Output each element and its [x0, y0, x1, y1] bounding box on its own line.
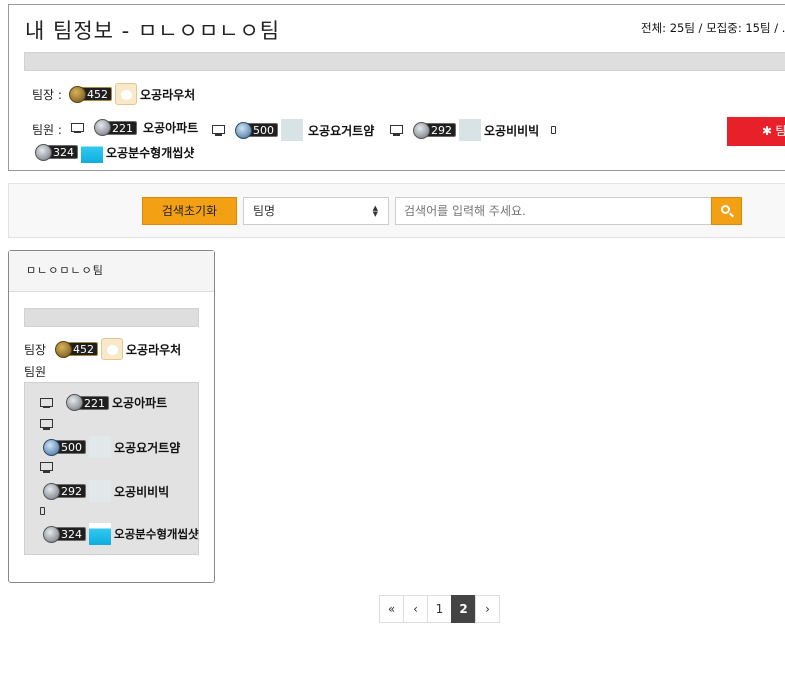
member-name: 오공비비빅 — [484, 123, 540, 138]
rank-emblem-icon — [35, 143, 52, 161]
gear-icon: ✱ — [762, 124, 773, 138]
team-description-bar — [24, 52, 785, 71]
card-members-label: 팀원 — [24, 365, 47, 379]
member-item[interactable]: 500 오공요거트얌 — [43, 436, 180, 458]
my-team-panel: 내 팀정보 - ㅁㄴㅇㅁㄴㅇ팀 전체: 25팀 / 모집중: 15팀 / . 팀… — [8, 4, 785, 171]
team-action-button[interactable]: ✱ 팀 — [727, 117, 785, 146]
monitor-icon — [71, 122, 84, 133]
search-input[interactable] — [395, 197, 712, 225]
monitor-icon — [390, 125, 403, 136]
avatar — [281, 119, 303, 141]
avatar — [101, 338, 123, 360]
member-name: 오공요거트얌 — [308, 123, 375, 138]
member-item[interactable]: 324 오공분수형개씹샷 — [43, 523, 199, 545]
card-members-list: 221 오공아파트 500 오공요거트얌 292 오공비비빅 324 오공분수형… — [24, 382, 199, 555]
rank-emblem-icon — [43, 525, 60, 543]
member-name: 오공아파트 — [112, 396, 168, 410]
member-name: 오공분수형개씹샷 — [106, 145, 195, 160]
page-title: 내 팀정보 - ㅁㄴㅇㅁㄴㅇ팀 — [25, 19, 281, 43]
next-page-button[interactable]: › — [475, 595, 500, 623]
card-leader-label: 팀장 — [24, 343, 47, 357]
rank-emblem-icon — [413, 121, 430, 139]
avatar — [89, 436, 111, 458]
member-name: 오공아파트 — [143, 121, 199, 135]
team-stats: 전체: 25팀 / 모집중: 15팀 / . — [641, 21, 785, 35]
avatar — [115, 83, 137, 105]
rank-badge: 221 — [66, 394, 109, 411]
leader-member[interactable]: 452 오공라우처 — [69, 83, 195, 105]
rank-badge: 500 — [43, 438, 86, 456]
rank-emblem-icon — [55, 340, 72, 358]
phone-icon — [551, 126, 557, 134]
page-1-button[interactable]: 1 — [427, 595, 452, 623]
member-name: 오공라우처 — [126, 342, 182, 357]
rank-emblem-icon — [66, 394, 83, 411]
rank-badge: 500 — [235, 121, 278, 139]
leader-label: 팀장 : — [32, 88, 62, 102]
members-label: 팀원 : — [32, 123, 62, 137]
monitor-icon — [40, 419, 53, 430]
member-item[interactable]: 500 오공요거트얌 — [212, 119, 374, 141]
avatar — [459, 119, 481, 141]
member-item[interactable]: 324 오공분수형개씹샷 — [35, 141, 194, 163]
monitor-icon — [40, 462, 53, 473]
rank-badge: 324 — [43, 525, 86, 543]
member-item[interactable]: 292 오공비비빅 — [390, 119, 557, 141]
page-2-button[interactable]: 2 — [451, 595, 476, 623]
member-name: 오공요거트얌 — [114, 440, 181, 455]
avatar — [89, 523, 111, 545]
member-item[interactable]: 221 오공아파트 — [71, 119, 198, 136]
rank-badge: 292 — [413, 121, 456, 139]
monitor-icon — [212, 125, 225, 136]
member-name: 오공라우처 — [140, 87, 196, 102]
search-bar: 검색초기화 팀명 ▲ ▼ — [8, 183, 785, 238]
reset-search-button[interactable]: 검색초기화 — [142, 197, 237, 225]
select-arrows-icon: ▲ ▼ — [372, 204, 378, 218]
rank-badge: 292 — [43, 482, 86, 500]
rank-badge: 324 — [35, 143, 78, 161]
member-item[interactable]: 292 오공비비빅 — [43, 480, 169, 502]
member-item[interactable]: 221 오공아파트 — [40, 394, 167, 411]
team-card-title: ㅁㄴㅇㅁㄴㅇ팀 — [9, 251, 214, 292]
rank-badge: 452 — [55, 340, 98, 358]
rank-emblem-icon — [94, 119, 111, 136]
team-card-description-bar — [24, 308, 199, 327]
prev-page-button[interactable]: ‹ — [403, 595, 428, 623]
rank-emblem-icon — [43, 438, 60, 456]
pagination: « ‹ 1 2 › — [379, 595, 500, 623]
select-value: 팀명 — [253, 204, 276, 218]
rank-emblem-icon — [69, 85, 86, 103]
member-name: 오공분수형개씹샷 — [114, 527, 199, 541]
member-name: 오공비비빅 — [114, 484, 170, 499]
rank-emblem-icon — [43, 482, 60, 500]
card-leader[interactable]: 452 오공라우처 — [55, 338, 181, 360]
avatar — [81, 141, 103, 163]
rank-badge: 452 — [69, 85, 112, 103]
team-card[interactable]: ㅁㄴㅇㅁㄴㅇ팀 팀장 452 오공라우처 팀원 221 오공아파트 500 오공… — [8, 250, 215, 583]
rank-emblem-icon — [235, 121, 252, 139]
first-page-button[interactable]: « — [379, 595, 404, 623]
search-field-select[interactable]: 팀명 ▲ ▼ — [243, 197, 389, 225]
rank-badge: 221 — [94, 119, 137, 136]
phone-icon — [40, 507, 45, 515]
avatar — [89, 480, 111, 502]
monitor-icon — [40, 397, 53, 408]
search-button[interactable] — [711, 197, 742, 225]
